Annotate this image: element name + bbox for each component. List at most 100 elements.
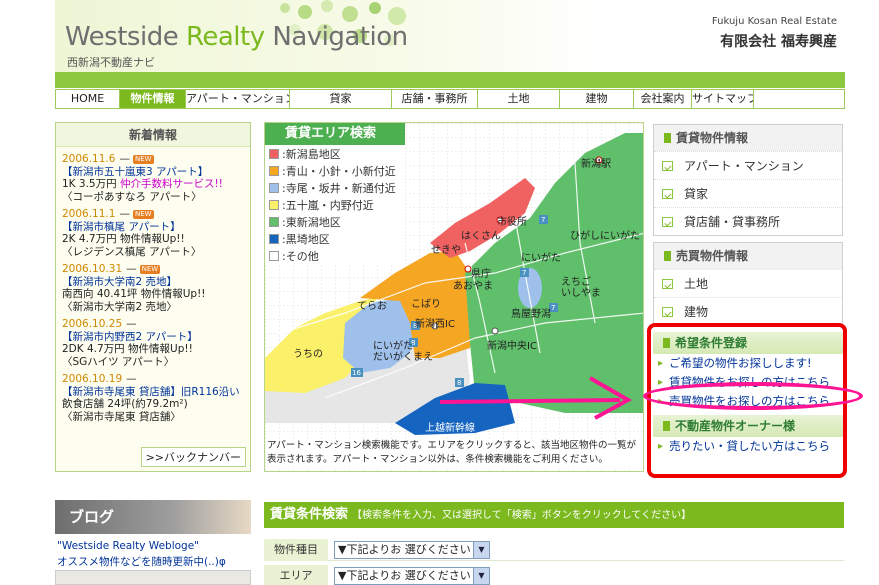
rent-search-header: 賃貸条件検索 【検索条件を入力、又は選択して「検索」ボタンをクリックしてください】: [264, 502, 844, 528]
legend-swatch: [269, 233, 279, 244]
legend-item[interactable]: :その他: [265, 247, 405, 264]
legend-item[interactable]: :黒埼地区: [265, 230, 405, 247]
property-type-select[interactable]: ▼下記よりお 選びください ▼: [334, 541, 490, 559]
sale-link-label: 建物: [684, 305, 709, 319]
company-name-jp: 有限会社 福寿興産: [720, 34, 837, 50]
news-property-name: 〈新潟市寺尾東 貸店舗〉: [62, 410, 181, 423]
news-dash: —: [119, 208, 130, 220]
checkbox-icon: [662, 161, 673, 171]
map-label-kobari: こばり: [411, 299, 441, 310]
news-title[interactable]: 【新潟市内野西2 アパート】: [62, 331, 244, 344]
news-detail: 飲食店舗 24坪(約79.2m²): [62, 398, 244, 411]
annotation-pink-arrow: [439, 376, 633, 420]
blog-description-text[interactable]: オススメ物件などを随時更新中(..)φ: [57, 554, 226, 569]
legend-swatch: [269, 165, 279, 176]
checkbox-icon: [662, 189, 673, 199]
company-name-en: Fukuju Kosan Real Estate: [711, 16, 837, 27]
news-date-line: 2006.10.25—: [62, 318, 244, 331]
map-label-aoyama: あおやま: [453, 281, 493, 292]
nav-item-4[interactable]: 店舗・事務所: [392, 90, 478, 108]
news-date: 2006.11.6: [62, 153, 116, 165]
sale-info-heading: 売買物件情報: [654, 243, 842, 269]
nav-item-2[interactable]: アパート・マンション: [186, 90, 290, 108]
checkbox-icon: [662, 279, 673, 289]
map-label-city-hall: 市役所: [497, 217, 527, 228]
news-title[interactable]: 【新潟市五十嵐東3 アパート】: [62, 166, 244, 179]
news-date: 2006.11.1: [62, 208, 116, 220]
map-label-sekiya: せきや: [431, 245, 461, 256]
nav-item-6[interactable]: 建物: [560, 90, 634, 108]
news-date-line: 2006.10.19—: [62, 373, 244, 386]
main-nav: HOME 物件情報 アパート・マンション 貸家 店舗・事務所 土地 建物 会社案内 サイトマップ: [55, 89, 845, 109]
sale-link-label: 土地: [684, 277, 709, 291]
brand-subtitle: 西新潟不動産ナビ: [67, 56, 155, 69]
route-number: 7: [541, 216, 545, 224]
blog-banner[interactable]: ブログ: [55, 500, 251, 534]
map-label-uchino: うちの: [293, 349, 323, 360]
news-property-name: 〈コーポあすなろ アパート〉: [62, 190, 202, 203]
map-label-joetsu-shinkansen: 上越新幹線: [425, 423, 475, 434]
rent-link-label: 貸店舗・貸事務所: [684, 215, 781, 229]
route-number: 7: [551, 304, 555, 312]
news-item[interactable]: 2006.10.25— 【新潟市内野西2 アパート】 2DK 4.7万円 物件情報U…: [62, 318, 244, 368]
legend-item[interactable]: :青山・小針・小新付近: [265, 162, 405, 179]
news-detail-text: 1K 3.5万円: [62, 178, 120, 190]
news-item[interactable]: 2006.10.31— NEW 【新潟市大学南2 売地】 南西向 40.41坪 物件情…: [62, 263, 244, 313]
new-badge: NEW: [132, 154, 154, 164]
sale-info-box: 売買物件情報 土地建物: [653, 242, 843, 326]
nav-item-3[interactable]: 貸家: [290, 90, 392, 108]
rent-link-0[interactable]: アパート・マンション: [654, 151, 842, 179]
legend-item[interactable]: :新潟島地区: [265, 145, 405, 162]
sale-link-0[interactable]: 土地: [654, 269, 842, 297]
map-legend: 賃貸エリア検索 :新潟島地区:青山・小針・小新付近 :寺尾・坂井・新通付近:五十嵐…: [265, 123, 405, 264]
legend-label: :その他: [282, 249, 319, 263]
chevron-down-icon[interactable]: ▼: [473, 542, 489, 558]
map-label-hakusan: はくさん: [461, 231, 501, 242]
checkbox-icon: [662, 217, 673, 227]
news-property-name: 〈レジデンス槙尾 アパート〉: [62, 245, 202, 258]
map-heading: 賃貸エリア検索: [265, 123, 405, 145]
news-highlight: 仲介手数料サービス!!: [119, 178, 223, 190]
news-dash: —: [119, 153, 130, 165]
map-usage-note: アパート・マンション検索機能です。エリアをクリックすると、該当地区物件の一覧が表…: [267, 439, 642, 467]
rent-link-1[interactable]: 貸家: [654, 179, 842, 207]
rent-link-2[interactable]: 貸店舗・貸事務所: [654, 207, 842, 235]
legend-item[interactable]: :寺尾・坂井・新通付近: [265, 179, 405, 196]
news-item[interactable]: 2006.11.1— NEW 【新潟市槙尾 アパート】 2K 4.7万円 物件情報Up…: [62, 208, 244, 258]
chuo-ic-marker: [491, 327, 499, 335]
sale-link-1[interactable]: 建物: [654, 297, 842, 325]
news-title[interactable]: 【新潟市寺尾東 貸店舗】旧R116沿い: [62, 386, 244, 399]
news-detail-text: 2DK 4.7万円 物件情報Up!!: [62, 343, 193, 355]
legend-swatch: [269, 216, 279, 227]
legend-label: :寺尾・坂井・新通付近: [282, 181, 396, 195]
legend-item[interactable]: :五十嵐・内野付近: [265, 196, 405, 213]
search-row-area: エリア ▼下記よりお 選びください ▼: [264, 565, 844, 585]
area-select[interactable]: ▼下記よりお 選びください ▼: [334, 567, 490, 585]
brand-logo-title[interactable]: Westside Realty Navigation: [65, 22, 408, 52]
news-title[interactable]: 【新潟市槙尾 アパート】: [62, 221, 244, 234]
news-date-line: 2006.11.6— NEW: [62, 153, 244, 166]
news-detail: 2K 4.7万円 物件情報Up!!: [62, 233, 244, 246]
rent-search-title: 賃貸条件検索: [270, 507, 349, 522]
legend-item[interactable]: :東新潟地区: [265, 213, 405, 230]
map-label-niigata-station: 新潟駅: [581, 159, 611, 170]
chevron-down-icon[interactable]: ▼: [473, 568, 489, 584]
nav-item-1[interactable]: 物件情報: [120, 90, 186, 108]
backnumber-link[interactable]: >>バックナンバー: [140, 447, 246, 467]
search-row-property-type: 物件種目 ▼下記よりお 選びください ▼: [264, 539, 844, 561]
news-item[interactable]: 2006.10.19— 【新潟市寺尾東 貸店舗】旧R116沿い 飲食店舗 24坪(約…: [62, 373, 244, 423]
news-item[interactable]: 2006.11.6— NEW 【新潟市五十嵐東3 アパート】 1K 3.5万円 仲介手…: [62, 153, 244, 203]
nav-item-5[interactable]: 土地: [478, 90, 560, 108]
map-label-toyano-lagoon: 鳥屋野潟: [511, 309, 551, 320]
nav-item-7[interactable]: 会社案内: [634, 90, 692, 108]
news-dash: —: [126, 263, 137, 275]
blog-description-title[interactable]: "Westside Realty Webloge": [57, 540, 199, 552]
map-label-echigo-ishiyama: えちご いしやま: [561, 277, 601, 299]
news-date-line: 2006.10.31— NEW: [62, 263, 244, 276]
news-title[interactable]: 【新潟市大学南2 売地】: [62, 276, 244, 289]
nav-item-8[interactable]: サイトマップ: [692, 90, 754, 108]
nav-item-0[interactable]: HOME: [56, 90, 120, 108]
news-date: 2006.10.25: [62, 318, 123, 330]
news-panel: 新着情報 2006.11.6— NEW 【新潟市五十嵐東3 アパート】 1K 3.5万…: [55, 122, 251, 472]
rent-link-label: アパート・マンション: [684, 159, 804, 173]
